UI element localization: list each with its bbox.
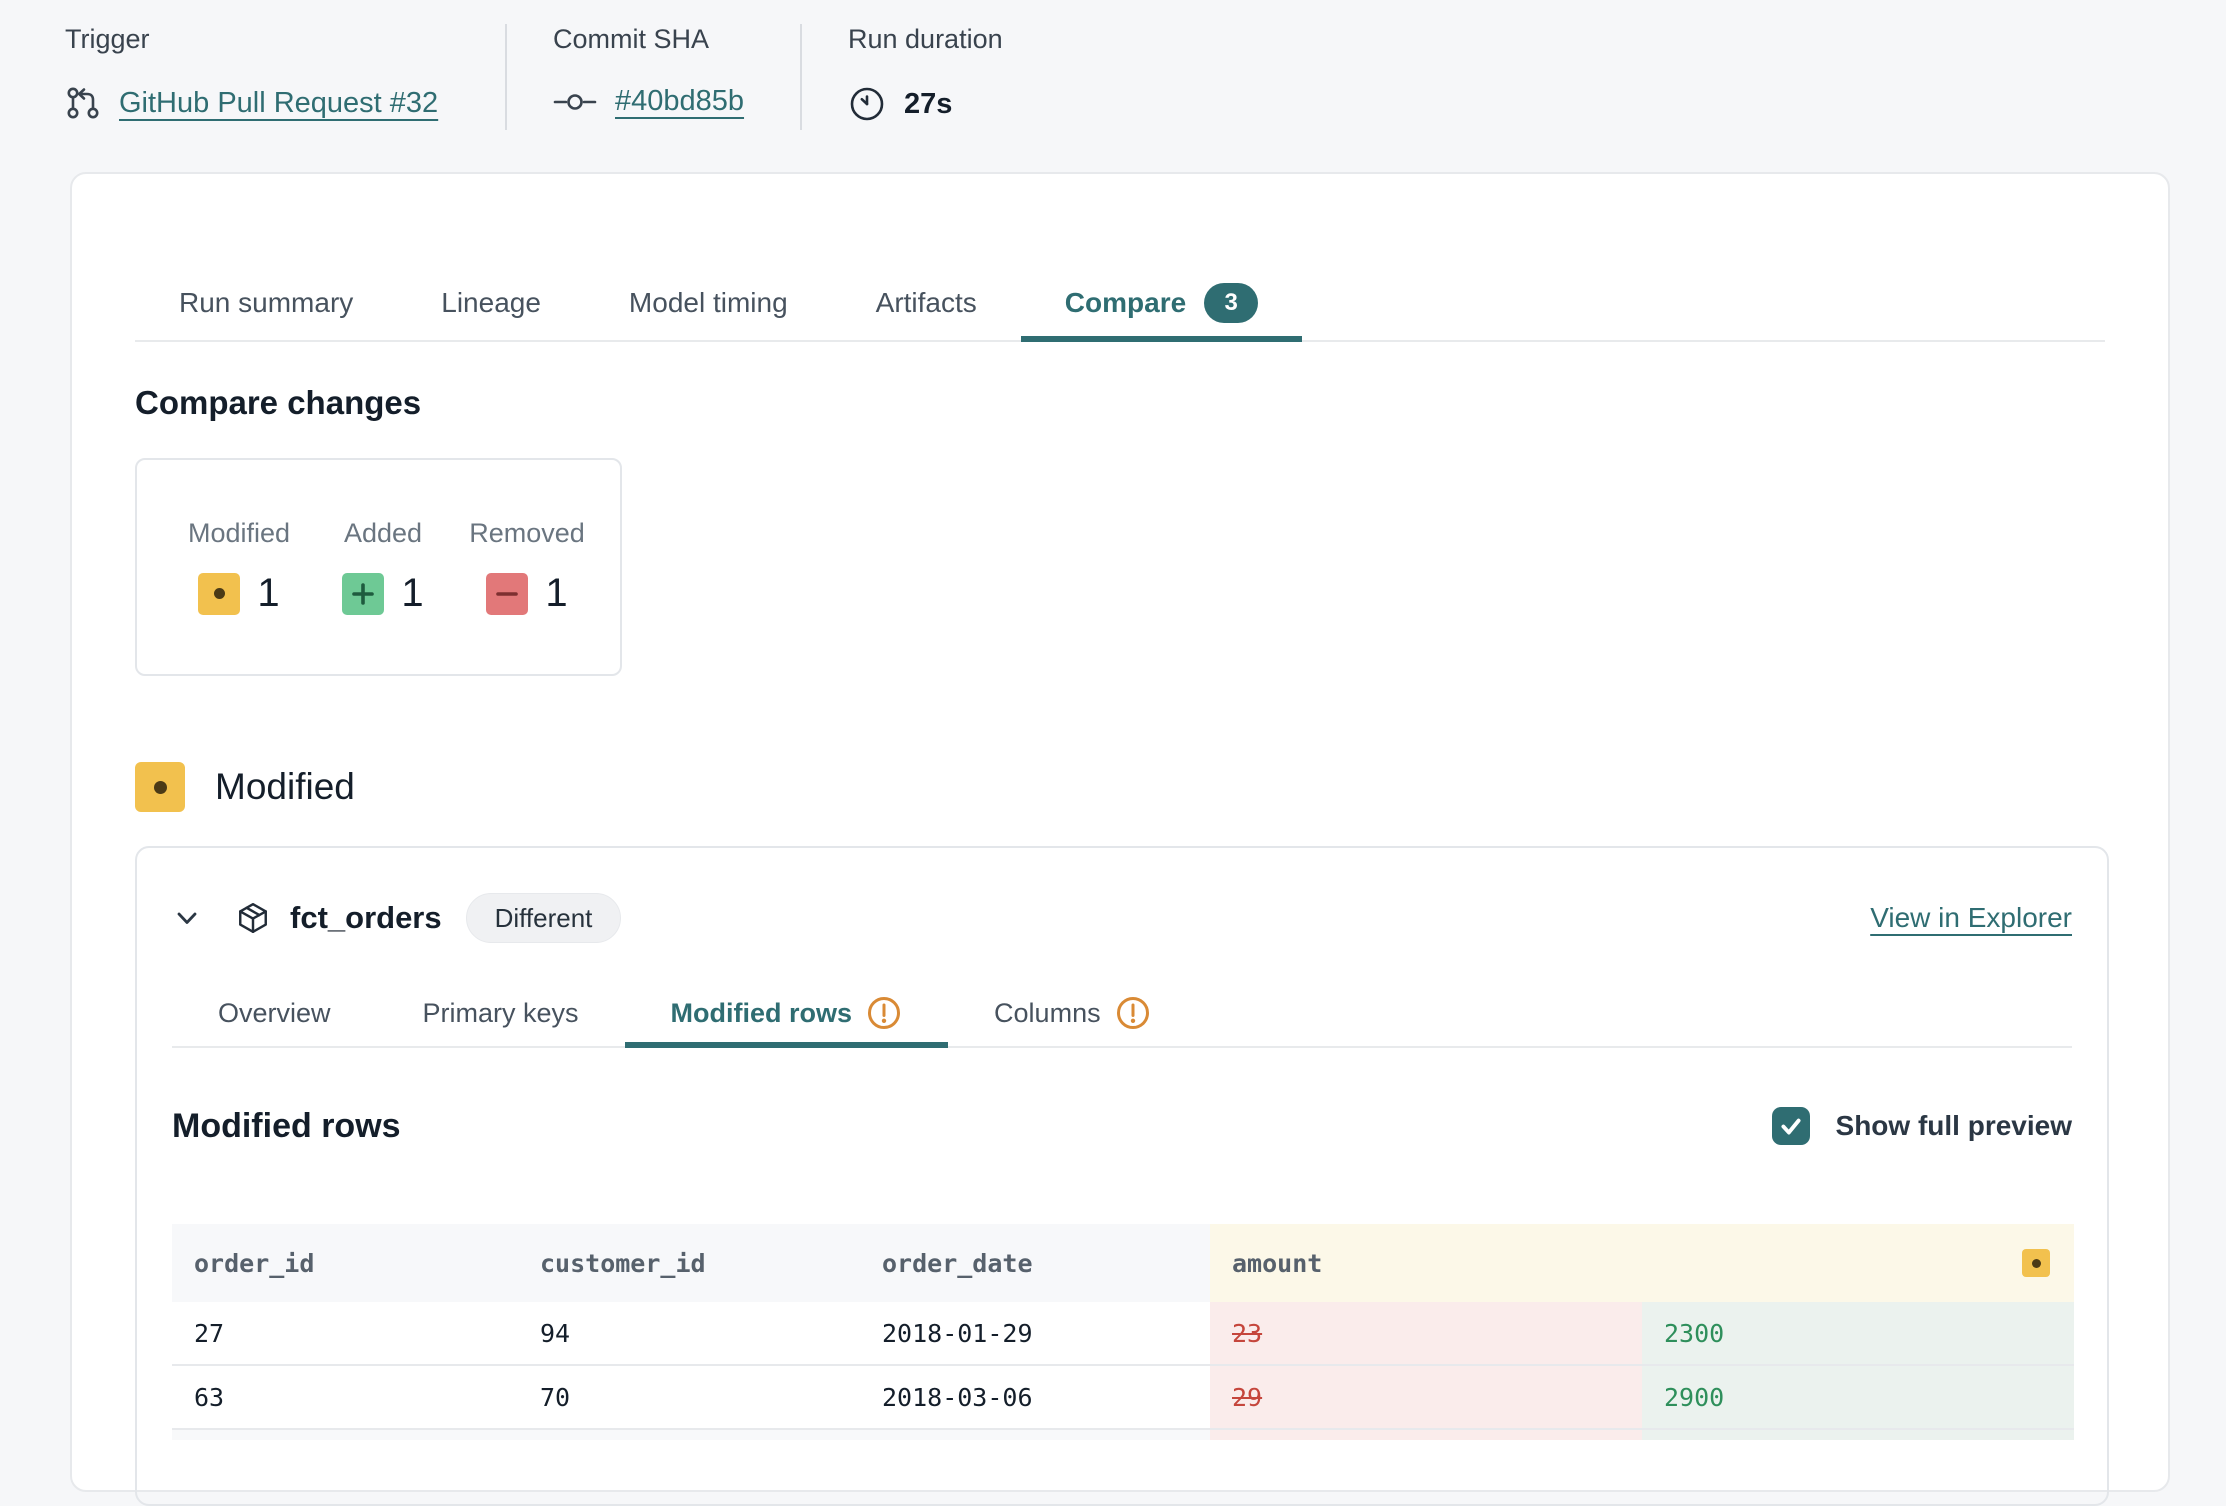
checkbox-checked[interactable] — [1772, 1107, 1810, 1145]
tab-compare[interactable]: Compare 3 — [1021, 270, 1302, 342]
table-row: 63 70 2018-03-06 29 2900 — [172, 1366, 2074, 1430]
table-header-row: order_id customer_id order_date amount — [172, 1224, 2074, 1302]
modified-section-title: Modified — [215, 766, 355, 808]
new-value-cell: 2300 — [1642, 1302, 2074, 1364]
tab-run-summary[interactable]: Run summary — [135, 270, 397, 342]
tab-lineage[interactable]: Lineage — [397, 270, 585, 342]
git-commit-icon — [553, 86, 597, 118]
warning-icon — [866, 995, 902, 1031]
page-title: Compare changes — [135, 384, 2105, 422]
commit-block: Commit SHA #40bd85b — [507, 24, 800, 118]
new-value-cell: 2900 — [1642, 1366, 2074, 1428]
model-name: fct_orders — [290, 900, 442, 936]
show-full-preview-toggle[interactable]: Show full preview — [1772, 1107, 2072, 1145]
modified-icon — [135, 762, 185, 812]
run-detail-card: Run summary Lineage Model timing Artifac… — [70, 172, 2170, 1492]
model-tabs: Overview Primary keys Modified rows Colu… — [172, 984, 2072, 1048]
duration-block: Run duration 27s — [802, 24, 1003, 123]
column-header-amount: amount — [1210, 1224, 2074, 1302]
clock-icon — [848, 85, 886, 123]
summary-removed: Removed 1 — [467, 518, 587, 674]
warning-icon — [1115, 995, 1151, 1031]
compare-tab-content: Compare changes Modified 1 Added — [72, 384, 2168, 1506]
tab-columns[interactable]: Columns — [948, 984, 1197, 1048]
trigger-label: Trigger — [65, 24, 505, 55]
pull-request-icon — [65, 85, 101, 121]
removed-icon — [486, 573, 528, 615]
duration-label: Run duration — [848, 24, 1003, 55]
view-in-explorer-link[interactable]: View in Explorer — [1870, 902, 2072, 934]
modified-icon — [198, 573, 240, 615]
compare-count-badge: 3 — [1204, 283, 1258, 323]
tab-modified-rows[interactable]: Modified rows — [625, 984, 949, 1048]
modified-rows-header: Modified rows Show full preview — [172, 1104, 2072, 1148]
run-meta-bar: Trigger GitHub Pull Request #32 Commit S… — [0, 0, 2226, 170]
model-cube-icon — [236, 901, 270, 935]
trigger-link[interactable]: GitHub Pull Request #32 — [119, 87, 438, 120]
trigger-block: Trigger GitHub Pull Request #32 — [65, 24, 505, 121]
column-header: order_date — [860, 1224, 1210, 1302]
duration-value: 27s — [904, 88, 952, 121]
table-row: 27 94 2018-01-29 23 2300 — [172, 1302, 2074, 1366]
run-tabs: Run summary Lineage Model timing Artifac… — [135, 270, 2105, 342]
modified-icon — [2022, 1249, 2050, 1277]
column-header: order_id — [172, 1224, 518, 1302]
modified-section-header: Modified — [135, 762, 2105, 812]
added-icon — [342, 573, 384, 615]
column-header: customer_id — [518, 1224, 860, 1302]
table-row-partial — [172, 1430, 2074, 1440]
modified-count: 1 — [257, 571, 279, 616]
tab-artifacts[interactable]: Artifacts — [832, 270, 1021, 342]
removed-count: 1 — [545, 571, 567, 616]
old-value-cell: 23 — [1210, 1302, 1642, 1364]
added-count: 1 — [401, 571, 423, 616]
modified-rows-title: Modified rows — [172, 1107, 401, 1146]
change-summary-card: Modified 1 Added 1 Removed — [135, 458, 622, 676]
commit-label: Commit SHA — [553, 24, 800, 55]
modified-rows-table: order_id customer_id order_date amount 2… — [172, 1224, 2074, 1440]
commit-sha-link[interactable]: #40bd85b — [615, 85, 744, 118]
chevron-down-icon[interactable] — [172, 903, 202, 933]
status-badge: Different — [466, 893, 622, 943]
tab-primary-keys[interactable]: Primary keys — [377, 984, 625, 1048]
summary-added: Added 1 — [323, 518, 443, 674]
tab-overview[interactable]: Overview — [172, 984, 377, 1048]
old-value-cell: 29 — [1210, 1366, 1642, 1428]
summary-modified: Modified 1 — [179, 518, 299, 674]
toggle-label: Show full preview — [1836, 1110, 2072, 1142]
tab-model-timing[interactable]: Model timing — [585, 270, 832, 342]
model-card-header: fct_orders Different View in Explorer — [172, 892, 2072, 944]
model-diff-card: fct_orders Different View in Explorer Ov… — [135, 846, 2109, 1506]
